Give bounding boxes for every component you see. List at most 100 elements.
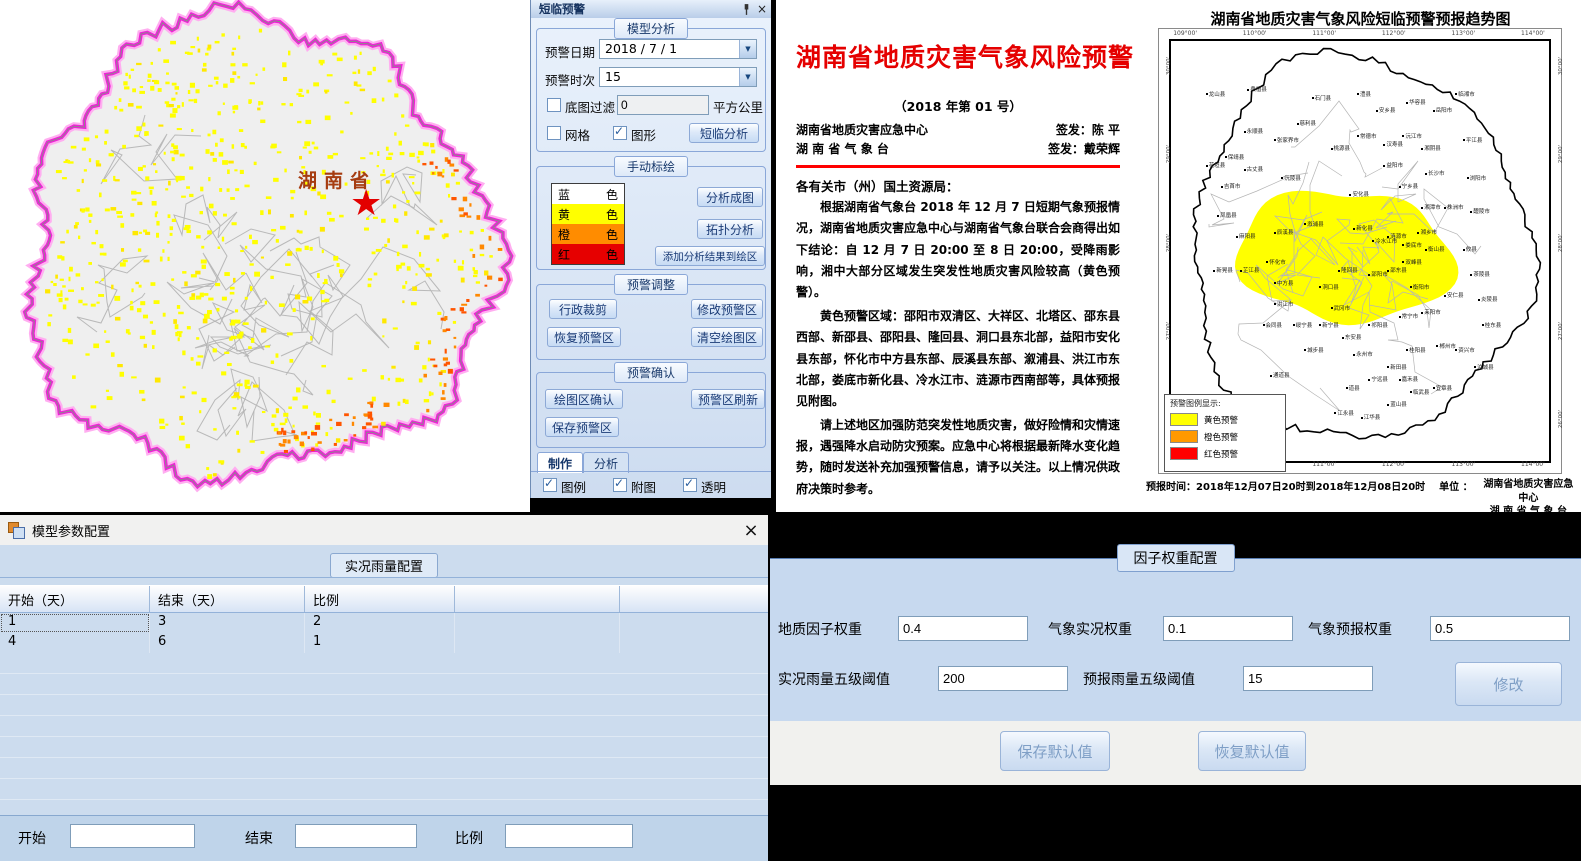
legend-item: 红色预警: [1170, 447, 1280, 460]
county-label: 常宁市: [1399, 312, 1419, 320]
lon-tick-label: 114°00': [1521, 30, 1545, 37]
restore-defaults-button[interactable]: 恢复默认值: [1198, 731, 1306, 771]
legend-checkbox[interactable]: [543, 478, 557, 492]
county-label: 洪江市: [1274, 300, 1294, 308]
table-empty-row[interactable]: [0, 653, 768, 674]
geo-factor-input[interactable]: [898, 616, 1028, 641]
color-item-red[interactable]: 红色: [552, 244, 624, 264]
table-empty-row[interactable]: [0, 695, 768, 716]
county-label: 岳阳市: [1433, 106, 1453, 114]
modify-button[interactable]: 修改: [1455, 662, 1562, 706]
county-label: 湘乡市: [1417, 228, 1437, 236]
county-label: 保靖县: [1225, 153, 1245, 161]
transparent-checkbox[interactable]: [683, 478, 697, 492]
pin-icon[interactable]: [739, 2, 753, 16]
warn-date-select[interactable]: 2018 / 7 / 1 ▼: [599, 39, 757, 59]
county-label: 安仁县: [1444, 291, 1464, 299]
county-label: 娄底市: [1402, 241, 1422, 249]
document-body: 根据湖南省气象台 2018 年 12 月 7 日短期气象预报情况，湖南省地质灾害…: [796, 197, 1120, 500]
trend-map-panel: 湖南省地质灾害气象风险短临预警预报趋势图 109°00'110°00'111°0…: [1140, 0, 1581, 512]
add-result-button[interactable]: 添加分析结果到绘区: [655, 246, 765, 266]
start-input[interactable]: [70, 824, 195, 848]
save-warnzone-button[interactable]: 保存预警区: [545, 417, 619, 437]
close-icon[interactable]: ×: [755, 2, 769, 16]
county-label: 新化县: [1353, 224, 1373, 232]
county-label: 新宁县: [1319, 321, 1339, 329]
county-label: 宁乡县: [1399, 182, 1419, 190]
county-label: 涟源市: [1387, 232, 1407, 240]
analysis-to-map-button[interactable]: 分析成图: [697, 187, 763, 207]
obs-weather-input[interactable]: [1163, 616, 1293, 641]
save-defaults-button[interactable]: 保存默认值: [1000, 731, 1110, 771]
county-label: 蓝山县: [1387, 400, 1407, 408]
group-label-weights: 因子权重配置: [1117, 544, 1235, 572]
warning-color-list[interactable]: 蓝色 黄色 橙色 红色: [551, 183, 625, 265]
county-label: 江永县: [1334, 409, 1354, 417]
dialog-titlebar[interactable]: 模型参数配置: [0, 515, 768, 545]
forecast-rain-threshold-input[interactable]: [1243, 666, 1373, 691]
table-row[interactable]: 4 6 1: [0, 633, 768, 653]
legend-swatch: [1170, 413, 1198, 426]
document-paragraph: 根据湖南省气象台 2018 年 12 月 7 日短期气象预报情况，湖南省地质灾害…: [796, 197, 1120, 304]
basemap-filter-input[interactable]: [617, 95, 709, 115]
county-label: 浏阳市: [1467, 174, 1487, 182]
table-empty-row[interactable]: [0, 758, 768, 779]
county-label: 临湘市: [1455, 90, 1475, 98]
tab-analysis[interactable]: 分析: [583, 452, 629, 473]
panel-title: 短临预警: [531, 0, 771, 18]
admin-clip-button[interactable]: 行政裁剪: [549, 299, 617, 319]
county-label: 衡阳市: [1410, 283, 1430, 291]
topology-analysis-button[interactable]: 拓扑分析: [697, 219, 763, 239]
warnzone-refresh-button[interactable]: 预警区刷新: [691, 389, 765, 409]
document-paragraph: 黄色预警区域：邵阳市双清区、大祥区、北塔区、邵东县西部、新邵县、邵阳县、隆回县、…: [796, 306, 1120, 413]
chevron-down-icon[interactable]: ▼: [739, 68, 756, 86]
table-empty-row[interactable]: [0, 779, 768, 800]
trend-footer: 预报时间：2018年12月07日20时到2018年12月08日20时 单位 ： …: [1146, 478, 1578, 519]
county-label: 麻阳县: [1236, 232, 1256, 240]
forecast-time: 预报时间：2018年12月07日20时到2018年12月08日20时: [1146, 478, 1425, 519]
attach-checkbox[interactable]: [613, 478, 627, 492]
hunan-risk-map[interactable]: [0, 0, 530, 512]
close-icon[interactable]: ×: [738, 517, 764, 543]
group-warn-adjust: 预警调整 行政裁剪 修改预警区 恢复预警区 清空绘图区: [536, 284, 766, 360]
table-empty-row[interactable]: [0, 674, 768, 695]
drawzone-confirm-button[interactable]: 绘图区确认: [545, 389, 623, 409]
dialog-footer: 开始 结束 比例: [0, 815, 768, 861]
table-empty-row[interactable]: [0, 716, 768, 737]
forecast-weather-input[interactable]: [1430, 616, 1570, 641]
risk-map-panel[interactable]: 湖南省 ★: [0, 0, 530, 512]
county-label: 慈利县: [1297, 119, 1317, 127]
issuer-org-1: 湖南省地质灾害应急中心: [796, 121, 928, 138]
obs-rain-threshold-label: 实况雨量五级阈值: [778, 669, 890, 689]
grid-checkbox[interactable]: [547, 126, 561, 140]
color-item-yellow[interactable]: 黄色: [552, 204, 624, 224]
color-item-blue[interactable]: 蓝色: [552, 184, 624, 204]
tab-production[interactable]: 制作: [537, 452, 583, 473]
restore-warnzone-button[interactable]: 恢复预警区: [547, 327, 621, 347]
county-label: 安化县: [1349, 190, 1369, 198]
modify-warnzone-button[interactable]: 修改预警区: [691, 299, 763, 319]
warn-time-select[interactable]: 15 ▼: [599, 67, 757, 87]
end-input[interactable]: [295, 824, 417, 848]
county-label: 古丈县: [1244, 165, 1264, 173]
chevron-down-icon[interactable]: ▼: [739, 40, 756, 58]
basemap-filter-checkbox[interactable]: [547, 98, 561, 112]
table-empty-row[interactable]: [0, 737, 768, 758]
unit-orgs: 湖南省地质灾害应急中心 湖 南 省 气 象 台: [1479, 478, 1578, 519]
ratio-input[interactable]: [505, 824, 633, 848]
table-row[interactable]: 1 3 2: [0, 613, 768, 633]
county-label: 攸县: [1463, 245, 1477, 253]
county-label: 永州市: [1353, 350, 1373, 358]
warn-time-label: 预警时次: [545, 70, 595, 89]
legend-swatch: [1170, 430, 1198, 443]
rainfall-table[interactable]: 开始（天） 结束（天） 比例 1 3 2 4 6 1: [0, 585, 768, 842]
county-label: 邵阳市: [1368, 270, 1388, 278]
obs-rain-threshold-input[interactable]: [938, 666, 1068, 691]
clear-drawzone-button[interactable]: 清空绘图区: [691, 327, 763, 347]
county-label: 隆回县: [1338, 266, 1358, 274]
graphic-checkbox[interactable]: [613, 126, 627, 140]
color-item-orange[interactable]: 橙色: [552, 224, 624, 244]
county-label: 东安县: [1342, 333, 1362, 341]
shortterm-analyze-button[interactable]: 短临分析: [689, 123, 759, 143]
county-label: 城步县: [1304, 346, 1324, 354]
